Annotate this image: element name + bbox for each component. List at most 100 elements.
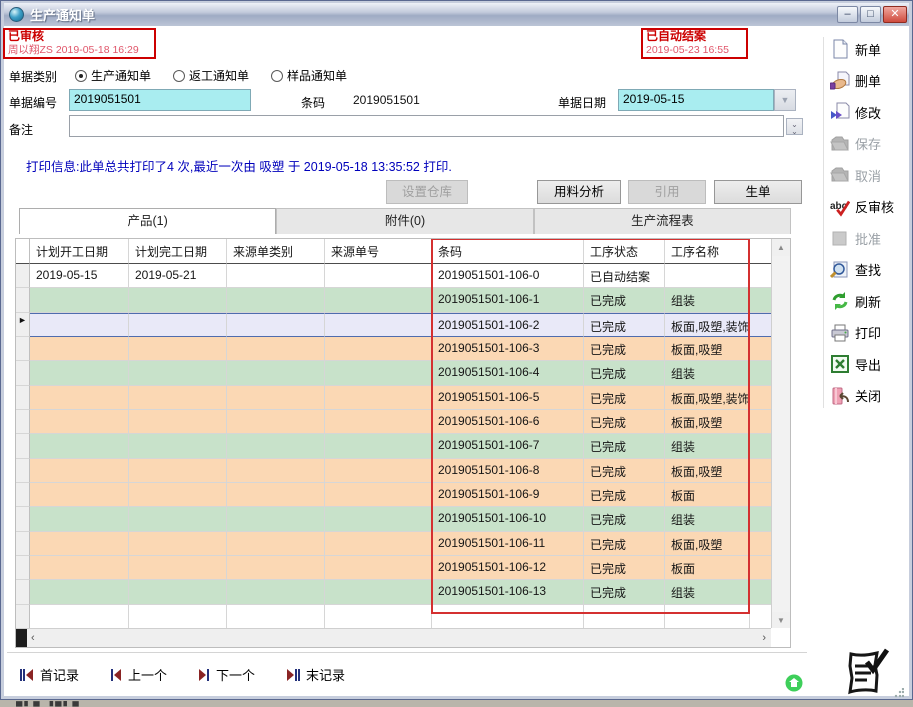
doc-date-input[interactable]: 2019-05-15 (618, 89, 774, 111)
scroll-right-icon[interactable]: › (762, 629, 766, 647)
resize-grip[interactable] (894, 688, 904, 698)
cell (129, 556, 227, 580)
cell (325, 313, 432, 337)
table-row[interactable]: 2019051501-106-1已完成组装 (16, 288, 772, 312)
tab-2[interactable]: 附件(0) (276, 208, 533, 234)
minimize-button[interactable]: – (837, 6, 858, 23)
cell (129, 288, 227, 312)
cell: 组装 (665, 361, 750, 385)
table-row[interactable]: 2019051501-106-12已完成板面 (16, 556, 772, 580)
table-row[interactable]: 2019051501-106-11已完成板面,吸塑 (16, 532, 772, 556)
printer-icon (830, 323, 852, 343)
cell: 2019051501-106-6 (432, 410, 584, 434)
app-icon (9, 7, 24, 22)
nav-next-record[interactable]: 下一个 (197, 665, 255, 684)
doc-no-input[interactable]: 2019051501 (69, 89, 251, 111)
row-gutter (16, 434, 30, 458)
cell (30, 459, 129, 483)
cell (325, 361, 432, 385)
screenshot-stage: 生产通知单 – □ ✕ 已审核 周以翔ZS 2019-05-18 16:29 已… (0, 0, 913, 707)
sidebar-button-delete-hand[interactable]: 删单 (830, 69, 909, 94)
sidebar-item-label: 反审核 (855, 197, 894, 216)
excel-export-icon (830, 354, 852, 374)
sidebar-button-refresh-arrows[interactable]: 刷新 (830, 289, 909, 314)
nav-last-record[interactable]: 末记录 (285, 665, 345, 684)
cell (325, 556, 432, 580)
sidebar-button-excel-export[interactable]: 导出 (830, 352, 909, 377)
horizontal-scrollbar[interactable]: ‹ › (16, 628, 772, 647)
cell (30, 410, 129, 434)
close-button[interactable]: ✕ (883, 6, 907, 23)
doc-type-radio-2[interactable]: 样品通知单 (271, 67, 347, 84)
table-row[interactable]: ►2019051501-106-2已完成板面,吸塑,装饰 (16, 313, 772, 337)
table-row[interactable]: 2019051501-106-13已完成组装 (16, 580, 772, 604)
cell (30, 313, 129, 337)
sidebar-button-printer[interactable]: 打印 (830, 321, 909, 346)
row-gutter (16, 264, 30, 288)
sidebar-button-new-doc[interactable]: 新单 (830, 37, 909, 62)
cell: 2019-05-15 (30, 264, 129, 288)
table-row[interactable]: 2019051501-106-9已完成板面 (16, 483, 772, 507)
tab-bar: 产品(1)附件(0)生产流程表 (19, 208, 791, 234)
expand-chevrons-icon[interactable]: ⌄⌄ (786, 118, 803, 135)
row-gutter (16, 532, 30, 556)
cell: 板面 (665, 556, 750, 580)
table-row[interactable]: 2019051501-106-5已完成板面,吸塑,装饰 (16, 386, 772, 410)
row-gutter (16, 580, 30, 604)
sidebar-button-search-magnifier[interactable]: 查找 (830, 258, 909, 283)
scroll-up-icon[interactable]: ▲ (772, 239, 790, 256)
table-row[interactable]: 2019051501-106-7已完成组装 (16, 434, 772, 458)
sidebar-button-modify-arrows[interactable]: 修改 (830, 100, 909, 125)
action-button-4[interactable]: 生单 (714, 180, 802, 204)
sidebar-button-abc-check[interactable]: abc 反审核 (830, 195, 909, 220)
tab-1[interactable]: 产品(1) (19, 208, 276, 234)
abc-check-icon: abc (830, 197, 852, 217)
app-window: 生产通知单 – □ ✕ 已审核 周以翔ZS 2019-05-18 16:29 已… (0, 0, 913, 700)
radio-icon (173, 70, 185, 82)
empty-row (16, 605, 772, 629)
table-row[interactable]: 2019-05-152019-05-212019051501-106-0已自动结… (16, 264, 772, 288)
cell: 2019051501-106-12 (432, 556, 584, 580)
row-gutter (16, 459, 30, 483)
cell (30, 532, 129, 556)
doc-type-label: 单据类别 (9, 68, 57, 85)
cell (325, 337, 432, 361)
cell: 2019051501-106-0 (432, 264, 584, 288)
table-row[interactable]: 2019051501-106-6已完成板面,吸塑 (16, 410, 772, 434)
maximize-button[interactable]: □ (860, 6, 881, 23)
nav-previous-record[interactable]: 上一个 (109, 665, 167, 684)
nav-first-record[interactable]: 首记录 (19, 665, 79, 684)
remark-input[interactable] (69, 115, 784, 137)
cell (129, 410, 227, 434)
cell: 板面,吸塑 (665, 532, 750, 556)
audit-stamp: 已审核 周以翔ZS 2019-05-18 16:29 (3, 28, 156, 59)
doc-type-radio-1[interactable]: 返工通知单 (173, 67, 249, 84)
audit-detail: 周以翔ZS 2019-05-18 16:29 (8, 44, 151, 56)
vertical-scrollbar[interactable]: ▲ ▼ (771, 239, 790, 629)
cell (325, 410, 432, 434)
cell: 已完成 (584, 507, 665, 531)
sidebar-button-close-book[interactable]: 关闭 (830, 384, 909, 409)
table-row[interactable]: 2019051501-106-8已完成板面,吸塑 (16, 459, 772, 483)
row-gutter (16, 337, 30, 361)
column-header: 条码 (432, 239, 584, 264)
current-row-marker: ► (16, 313, 30, 337)
approve-box-icon (830, 228, 852, 248)
tab-3[interactable]: 生产流程表 (534, 208, 791, 234)
cell: 2019051501-106-11 (432, 532, 584, 556)
table-row[interactable]: 2019051501-106-10已完成组装 (16, 507, 772, 531)
save-folder-icon (830, 134, 852, 154)
chevron-down-icon[interactable]: ▼ (774, 89, 796, 111)
table-row[interactable]: 2019051501-106-4已完成组装 (16, 361, 772, 385)
hscroll-thumb[interactable] (16, 629, 27, 647)
doc-type-radio-0[interactable]: 生产通知单 (75, 67, 151, 84)
cell: 已完成 (584, 434, 665, 458)
radio-icon (75, 70, 87, 82)
scroll-left-icon[interactable]: ‹ (31, 629, 35, 647)
scroll-down-icon[interactable]: ▼ (772, 612, 790, 629)
radio-label: 返工通知单 (189, 67, 249, 84)
action-button-2[interactable]: 用料分析 (537, 180, 621, 204)
cell (129, 507, 227, 531)
table-row[interactable]: 2019051501-106-3已完成板面,吸塑 (16, 337, 772, 361)
cell (325, 507, 432, 531)
